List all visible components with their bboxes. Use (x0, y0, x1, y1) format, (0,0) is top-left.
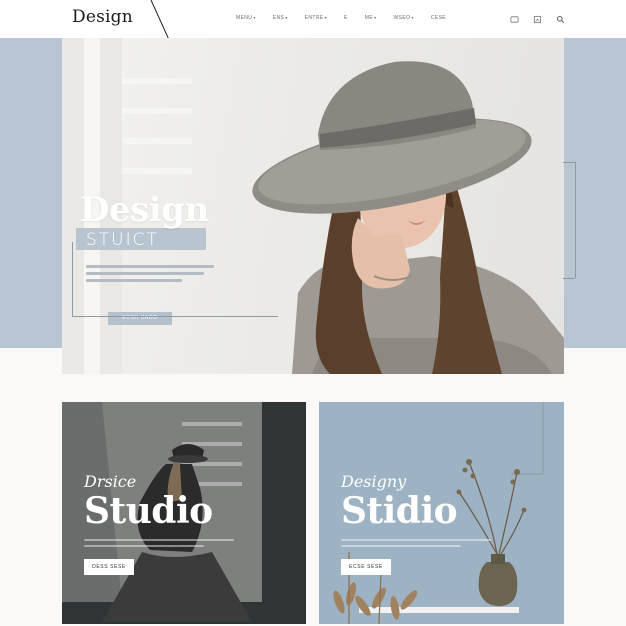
card-text-line (84, 545, 204, 547)
studio-card-blue: Designy Stidio ECSE SESE (319, 402, 564, 624)
studio-card-dark: Drsice Studio DESS SESE (62, 402, 306, 624)
hero-text-line (86, 265, 214, 268)
chevron-down-icon: ▾ (253, 15, 256, 20)
hero-subtitle: STUICT (86, 230, 159, 250)
nav-item-6[interactable]: WSEO▾ (394, 15, 414, 21)
image-icon[interactable] (533, 15, 542, 24)
frame-line (563, 278, 575, 279)
card-cta-button[interactable]: DESS SESE (84, 559, 134, 575)
header-icons (510, 15, 565, 24)
card-cta-button[interactable]: ECSE SESE (341, 559, 391, 575)
chevron-down-icon: ▾ (374, 15, 377, 20)
card-text-line (341, 539, 491, 541)
nav-item-3[interactable]: ENTRE▾ (305, 15, 327, 21)
chevron-down-icon: ▾ (411, 15, 414, 20)
frame-line (72, 316, 278, 317)
frame-line (575, 162, 576, 278)
hero-title: Design (80, 190, 209, 230)
search-icon[interactable] (556, 15, 565, 24)
nav-item-2[interactable]: ENS▾ (273, 15, 288, 21)
chevron-down-icon: ▾ (324, 15, 328, 20)
card-script-text: Designy (341, 472, 407, 491)
card-script-text: Drsice (84, 472, 137, 491)
card-text-line (341, 545, 461, 547)
card-title: Studio (84, 490, 213, 532)
cart-icon[interactable] (510, 15, 519, 24)
main-nav: MENU▾ ENS▾ ENTRE▾ E ME▾ WSEO▾ CESE (236, 15, 446, 21)
chevron-down-icon: ▾ (285, 15, 288, 20)
card-title: Stidio (341, 490, 458, 532)
frame-line (72, 242, 73, 316)
hero-cta-button[interactable]: ECSH CADO (108, 312, 172, 325)
nav-item-4[interactable]: E (344, 15, 348, 21)
frame-line (563, 162, 575, 163)
nav-item-5[interactable]: ME▾ (365, 15, 377, 21)
hero-text-line (86, 272, 204, 275)
card-text-line (84, 539, 234, 541)
nav-item-7[interactable]: CESE (431, 15, 446, 21)
nav-item-menu[interactable]: MENU▾ (236, 15, 256, 21)
light-stripes (122, 78, 192, 174)
site-header: Design MENU▾ ENS▾ ENTRE▾ E ME▾ WSEO▾ CES… (0, 0, 626, 43)
page: Design MENU▾ ENS▾ ENTRE▾ E ME▾ WSEO▾ CES… (0, 0, 626, 626)
site-logo[interactable]: Design (72, 7, 133, 27)
hero-text-line (86, 279, 182, 282)
